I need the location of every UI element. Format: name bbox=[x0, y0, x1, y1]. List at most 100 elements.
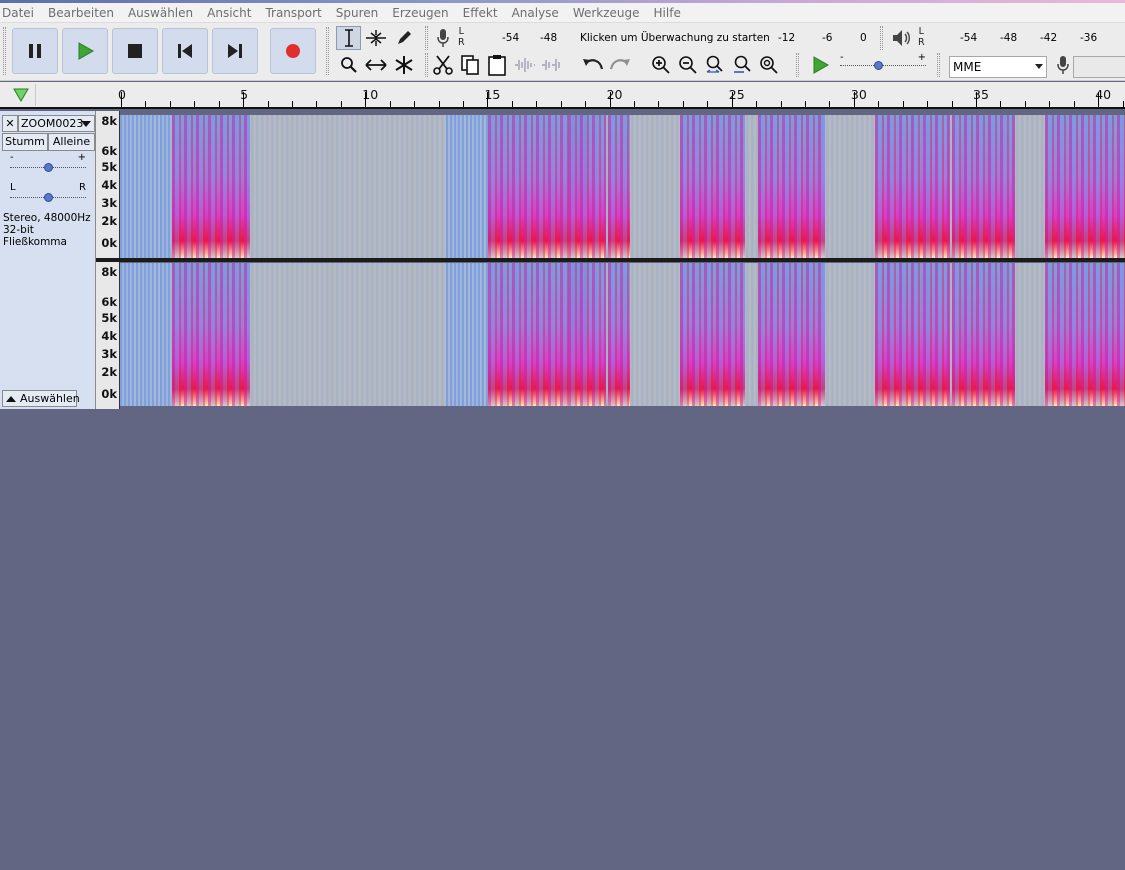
menu-analyse[interactable]: Analyse bbox=[505, 3, 566, 23]
track-close-button[interactable]: ✕ bbox=[2, 115, 18, 132]
undo-button[interactable] bbox=[580, 53, 605, 77]
fit-project-button[interactable] bbox=[729, 53, 754, 77]
scissors-icon bbox=[432, 55, 453, 75]
skip-to-end-button[interactable] bbox=[212, 28, 258, 74]
menu-datei[interactable]: Datei bbox=[0, 3, 41, 23]
zoom-in-button[interactable] bbox=[648, 53, 673, 77]
trim-button[interactable] bbox=[512, 53, 537, 77]
fit-selection-button[interactable] bbox=[702, 53, 727, 77]
microphone-icon bbox=[436, 29, 449, 47]
frequency-label: 8k bbox=[101, 114, 117, 128]
ruler-tick bbox=[634, 101, 636, 107]
playback-meter-button[interactable] bbox=[889, 26, 914, 50]
frequency-label: 6k bbox=[101, 144, 117, 158]
spectrogram-band-texture bbox=[172, 263, 250, 406]
spectrogram-right-channel[interactable] bbox=[120, 263, 1125, 406]
timeline-quick-play-button[interactable] bbox=[6, 84, 36, 106]
ruler-tick bbox=[1024, 101, 1026, 107]
slider-thumb[interactable] bbox=[874, 61, 883, 70]
play-button[interactable] bbox=[62, 28, 108, 74]
track-rate-label: Stereo, 48000Hz bbox=[3, 212, 91, 224]
timeline-ruler[interactable]: 0510152025303540 bbox=[0, 82, 1125, 109]
spectrogram-band-texture bbox=[1045, 115, 1125, 258]
ruler-tick bbox=[731, 92, 733, 107]
asterisk-icon bbox=[394, 56, 413, 74]
pan-slider[interactable]: L R bbox=[8, 182, 88, 205]
toolbar-grip[interactable] bbox=[425, 26, 428, 50]
solo-button[interactable]: Alleine bbox=[48, 133, 95, 151]
selection-tool-button[interactable] bbox=[336, 26, 361, 50]
spectrogram-band bbox=[446, 263, 488, 406]
skip-to-start-button[interactable] bbox=[162, 28, 208, 74]
right-channel-label: R bbox=[918, 37, 925, 48]
silence-audio-icon bbox=[541, 59, 560, 71]
ruler-tick bbox=[243, 92, 245, 107]
spectrogram-band-texture bbox=[172, 115, 250, 258]
meter-monitor-hint: Klicken um Überwachung zu starten bbox=[580, 32, 770, 44]
toolbar-grip[interactable] bbox=[796, 53, 799, 77]
track-select-button[interactable]: Auswählen bbox=[2, 390, 80, 407]
zoom-tool-button[interactable] bbox=[336, 53, 361, 77]
copy-button[interactable] bbox=[457, 53, 482, 77]
envelope-tool-button[interactable] bbox=[363, 26, 388, 50]
recording-device-select[interactable] bbox=[1073, 56, 1125, 78]
playback-speed-slider[interactable]: - + bbox=[838, 52, 928, 77]
menu-hilfe[interactable]: Hilfe bbox=[647, 3, 688, 23]
slider-thumb[interactable] bbox=[44, 193, 53, 202]
menu-effekt[interactable]: Effekt bbox=[456, 3, 505, 23]
menu-transport[interactable]: Transport bbox=[258, 3, 328, 23]
toolbar-grip[interactable] bbox=[3, 27, 6, 75]
redo-button[interactable] bbox=[607, 53, 632, 77]
stop-button[interactable] bbox=[112, 28, 158, 74]
frequency-label: 8k bbox=[101, 265, 117, 279]
menu-bearbeiten[interactable]: Bearbeiten bbox=[41, 3, 121, 23]
meter-tick-label: -54 bbox=[502, 32, 520, 44]
spectrogram-band-texture bbox=[952, 115, 1015, 258]
slider-thumb[interactable] bbox=[44, 163, 53, 172]
mute-button[interactable]: Stumm bbox=[2, 133, 48, 151]
multi-tool-button[interactable] bbox=[391, 53, 416, 77]
play-at-speed-button[interactable] bbox=[808, 53, 833, 77]
trim-audio-icon bbox=[514, 58, 535, 72]
toolbar-grip[interactable] bbox=[425, 53, 428, 77]
timeshift-tool-button[interactable] bbox=[363, 53, 388, 77]
down-triangle-icon bbox=[12, 88, 29, 102]
audio-host-select[interactable]: MME bbox=[949, 56, 1047, 78]
playback-meter-channels: L R bbox=[918, 26, 925, 48]
toolbar-grip[interactable] bbox=[880, 26, 883, 50]
toolbar-grip[interactable] bbox=[326, 27, 329, 75]
track-name-menu[interactable]: ZOOM0023 bbox=[18, 115, 95, 132]
zoom-out-button[interactable] bbox=[675, 53, 700, 77]
menu-spuren[interactable]: Spuren bbox=[329, 3, 386, 23]
menu-ansicht[interactable]: Ansicht bbox=[200, 3, 258, 23]
pause-button[interactable] bbox=[12, 28, 58, 74]
record-meter[interactable]: -54 -48 Klicken um Überwachung zu starte… bbox=[470, 26, 870, 50]
toolbar-grip[interactable] bbox=[937, 53, 940, 77]
menu-werkzeuge[interactable]: Werkzeuge bbox=[566, 3, 647, 23]
paste-button[interactable] bbox=[484, 53, 509, 77]
frequency-label: 4k bbox=[101, 178, 117, 192]
ruler-tick bbox=[878, 101, 880, 107]
ruler-tick bbox=[902, 101, 904, 107]
menu-auswaehlen[interactable]: Auswählen bbox=[121, 3, 200, 23]
silence-button[interactable] bbox=[539, 53, 564, 77]
channel-divider[interactable] bbox=[96, 258, 1125, 262]
record-button[interactable] bbox=[270, 28, 316, 74]
meter-tick-label: -48 bbox=[1000, 32, 1018, 44]
play-icon bbox=[78, 42, 94, 60]
spectrogram-band-texture bbox=[1045, 263, 1125, 406]
record-meter-button[interactable] bbox=[430, 26, 455, 50]
draw-tool-button[interactable] bbox=[391, 26, 416, 50]
meter-tick-label: -48 bbox=[540, 32, 558, 44]
left-channel-label: L bbox=[458, 26, 464, 37]
menu-erzeugen[interactable]: Erzeugen bbox=[385, 3, 455, 23]
ruler-tick bbox=[1073, 101, 1075, 107]
playback-meter[interactable]: -54 -48 -42 -36 bbox=[930, 26, 1125, 50]
spectrogram-left-channel[interactable] bbox=[120, 115, 1125, 258]
frequency-label: 3k bbox=[101, 347, 117, 361]
undo-icon bbox=[582, 59, 603, 70]
zoom-toggle-button[interactable] bbox=[756, 53, 781, 77]
cut-button[interactable] bbox=[430, 53, 455, 77]
gain-slider[interactable]: - + bbox=[8, 152, 88, 175]
spectrogram-band-texture bbox=[568, 115, 606, 258]
